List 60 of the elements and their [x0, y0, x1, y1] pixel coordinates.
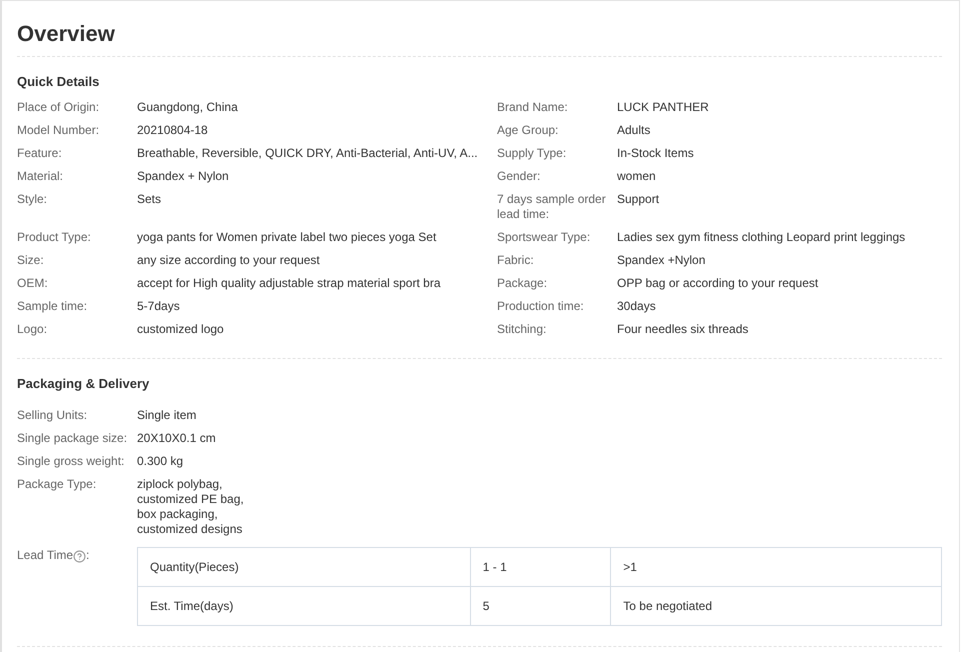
detail-label: Feature: [17, 146, 63, 161]
detail-label: Selling Units: [17, 408, 88, 423]
detail-label: Package Type: [17, 477, 98, 493]
detail-value: any size according to your request [137, 253, 321, 268]
table-cell: 1 - 1 [470, 548, 611, 586]
table-cell: Est. Time(days) [138, 586, 470, 626]
detail-label: Production time: [497, 299, 585, 314]
detail-label: Package: [497, 276, 548, 291]
help-icon[interactable] [73, 550, 86, 563]
detail-value: Spandex + Nylon [137, 169, 230, 184]
detail-value: accept for High quality adjustable strap material sport bra [137, 276, 442, 291]
detail-value: 20X10X0.1 cm [137, 431, 217, 446]
detail-label: Logo: [17, 322, 48, 337]
detail-value: Breathable, Reversible, QUICK DRY, Anti-Bacterial, Anti-UV, A... [137, 146, 479, 161]
detail-label: Style: [17, 192, 48, 208]
detail-label: Age Group: [497, 123, 560, 138]
detail-label: Single gross weight: [17, 454, 126, 469]
table-cell: To be negotiated [610, 586, 942, 626]
detail-value: Guangdong, China [137, 100, 239, 115]
detail-label: Sample time: [17, 299, 88, 314]
detail-label: Brand Name: [497, 100, 569, 115]
detail-label: OEM: [17, 276, 49, 291]
detail-label: Fabric: [497, 253, 535, 268]
detail-value: ziplock polybag, customized PE bag, box packaging, customized designs [137, 477, 245, 537]
detail-value: women [617, 169, 657, 184]
detail-label: Lead Time [17, 548, 74, 563]
detail-label: Stitching: [497, 322, 548, 337]
detail-value: Support [617, 192, 660, 208]
table-cell: >1 [610, 548, 942, 586]
detail-value: 20210804-18 [137, 123, 209, 138]
section-heading: Quick Details [17, 73, 100, 91]
detail-value: yoga pants for Women private label two pieces yoga Set [137, 230, 438, 245]
detail-value: 5-7days [137, 299, 181, 314]
detail-value: LUCK PANTHER [617, 100, 710, 115]
detail-label: Sportswear Type: [497, 230, 592, 245]
detail-value: Ladies sex gym fitness clothing Leopard print leggings [617, 230, 906, 245]
detail-value: Adults [617, 123, 652, 138]
detail-label: Product Type: [17, 230, 92, 245]
detail-label: Material: [17, 169, 64, 184]
detail-value: 0.300 kg [137, 454, 184, 469]
section-heading: Packaging & Delivery [17, 375, 150, 393]
detail-value: customized logo [137, 322, 225, 337]
detail-label: Model Number: [17, 123, 100, 138]
page-title: Overview [17, 20, 116, 48]
table-cell: Quantity(Pieces) [138, 548, 470, 586]
table-cell: 5 [470, 586, 611, 626]
detail-value: Spandex +Nylon [617, 253, 706, 268]
detail-value: 30days [617, 299, 657, 314]
detail-value: OPP bag or according to your request [617, 276, 820, 291]
detail-value: In-Stock Items [617, 146, 695, 161]
detail-label: Supply Type: [497, 146, 568, 161]
detail-value: Single item [137, 408, 198, 423]
detail-label: : [86, 548, 90, 563]
detail-label: Size: [17, 253, 45, 268]
detail-value: Four needles six threads [617, 322, 750, 337]
detail-value: Sets [137, 192, 162, 208]
detail-label: Place of Origin: [17, 100, 100, 115]
detail-label: Gender: [497, 169, 542, 184]
detail-label: 7 days sample order lead time: [497, 192, 607, 222]
detail-label: Single package size: [17, 431, 128, 446]
